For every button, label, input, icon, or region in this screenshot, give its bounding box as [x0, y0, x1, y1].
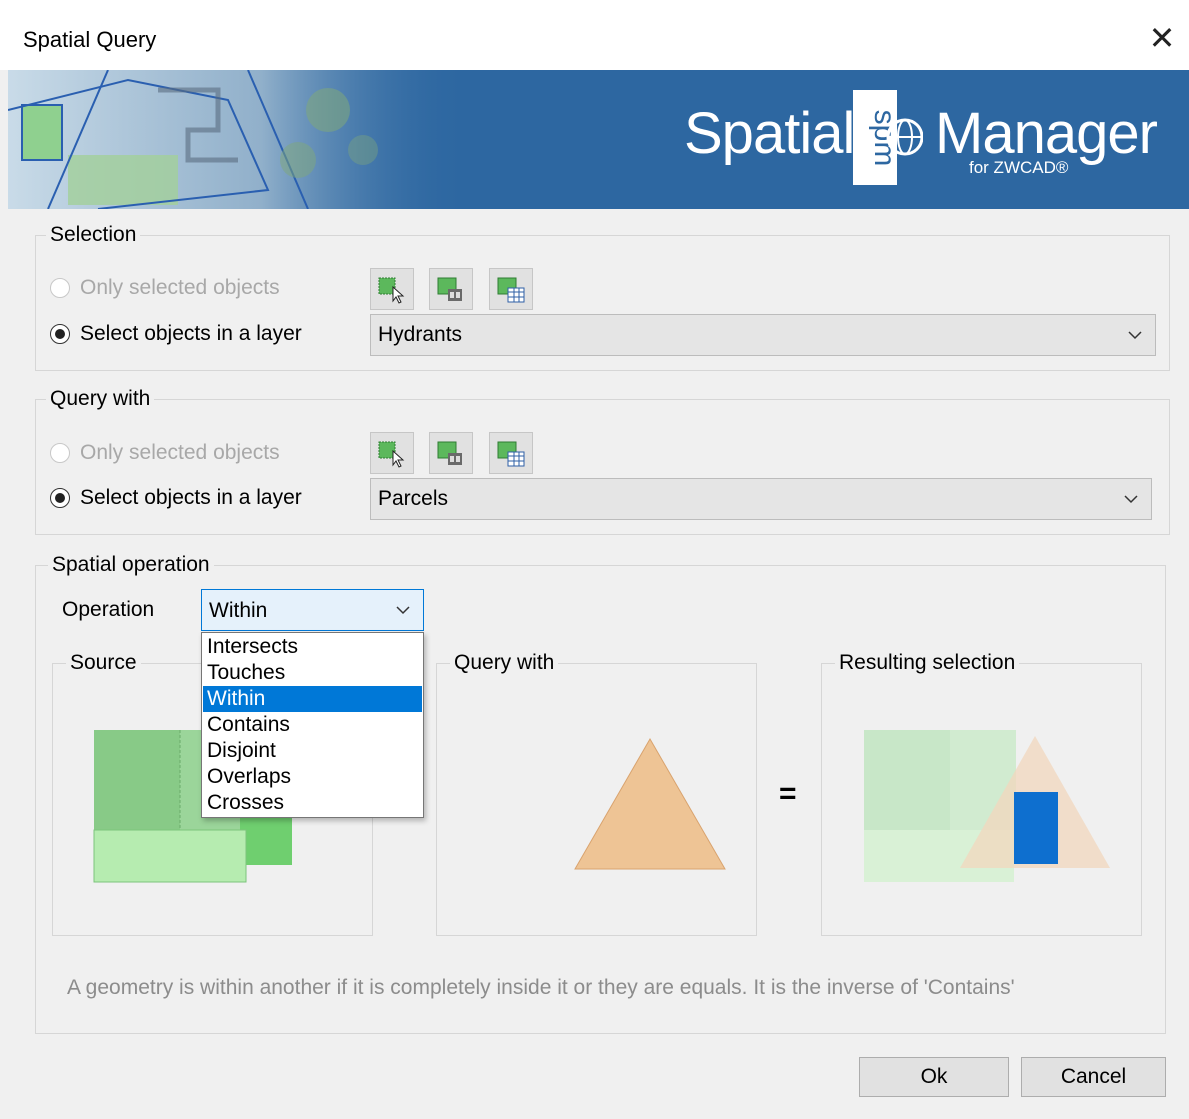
radio-label: Select objects in a layer [80, 322, 302, 345]
operation-option[interactable]: Crosses [203, 790, 422, 816]
query-select-from-table-button[interactable] [489, 432, 533, 474]
spatial-query-dialog: Spatial Query ✕ Spatial spm Manager for … [0, 0, 1189, 1119]
query-layer-value: Parcels [378, 487, 449, 510]
radio-button [50, 278, 70, 298]
spm-logo-icon: spm [853, 90, 924, 185]
select-objects-icon [378, 277, 405, 304]
query-select-by-attributes-button[interactable] [429, 432, 473, 474]
selection-select-by-attributes-button[interactable] [429, 268, 473, 310]
source-label: Source [66, 651, 141, 675]
ok-button[interactable]: Ok [859, 1057, 1009, 1097]
selection-select-objects-button[interactable] [370, 268, 414, 310]
cancel-button[interactable]: Cancel [1021, 1057, 1166, 1097]
brand-banner: Spatial spm Manager for ZWCAD® [8, 70, 1189, 209]
radio-button [50, 443, 70, 463]
brand-subtitle: for ZWCAD® [969, 158, 1069, 177]
selection-layer-combo[interactable]: Hydrants [370, 314, 1156, 356]
operation-option[interactable]: Disjoint [203, 738, 422, 764]
select-by-attributes-icon [437, 277, 462, 301]
operation-option-selected[interactable]: Within [203, 686, 422, 712]
select-from-table-icon [497, 441, 525, 467]
operation-description: A geometry is within another if it is co… [67, 976, 1015, 999]
result-label: Resulting selection [835, 651, 1020, 675]
operation-value: Within [209, 599, 268, 622]
equals-sign: = [779, 777, 797, 810]
select-by-attributes-icon [437, 441, 462, 465]
query-geometry-image [574, 737, 726, 870]
close-icon[interactable]: ✕ [1138, 14, 1186, 62]
selection-select-from-table-button[interactable] [489, 268, 533, 310]
operation-option[interactable]: Overlaps [203, 764, 422, 790]
query-layer-radio[interactable]: Select objects in a layer [50, 486, 302, 510]
radio-button[interactable] [50, 488, 70, 508]
map-background-image [8, 70, 468, 209]
brand-spatial: Spatial [684, 101, 855, 166]
query-with-legend: Query with [46, 387, 155, 411]
title-bar: Spatial Query ✕ [0, 0, 1189, 70]
operation-label: Operation [62, 598, 155, 621]
selection-only-selected-radio: Only selected objects [50, 276, 280, 300]
radio-label: Select objects in a layer [80, 486, 302, 509]
query-with-panel-label: Query with [450, 651, 559, 675]
spatial-operation-legend: Spatial operation [48, 553, 214, 577]
selection-layer-value: Hydrants [378, 323, 463, 346]
radio-label: Only selected objects [80, 276, 280, 299]
query-select-objects-button[interactable] [370, 432, 414, 474]
chevron-down-icon [1124, 495, 1138, 504]
operation-option[interactable]: Contains [203, 712, 422, 738]
operation-option[interactable]: Intersects [203, 634, 422, 660]
radio-button[interactable] [50, 324, 70, 344]
select-objects-icon [378, 441, 405, 468]
selection-legend: Selection [46, 223, 141, 247]
chevron-down-icon [1128, 331, 1142, 340]
operation-combo[interactable]: Within [201, 589, 424, 631]
operation-dropdown-list: Intersects Touches Within Contains Disjo… [201, 632, 424, 818]
result-geometry-image [864, 730, 1110, 882]
select-from-table-icon [497, 277, 525, 303]
query-layer-combo[interactable]: Parcels [370, 478, 1152, 520]
query-only-selected-radio: Only selected objects [50, 441, 280, 465]
operation-option[interactable]: Touches [203, 660, 422, 686]
selection-layer-radio[interactable]: Select objects in a layer [50, 322, 302, 346]
chevron-down-icon [396, 606, 410, 615]
brand-manager: Manager [935, 101, 1158, 166]
radio-label: Only selected objects [80, 441, 280, 464]
window-title: Spatial Query [23, 27, 157, 52]
